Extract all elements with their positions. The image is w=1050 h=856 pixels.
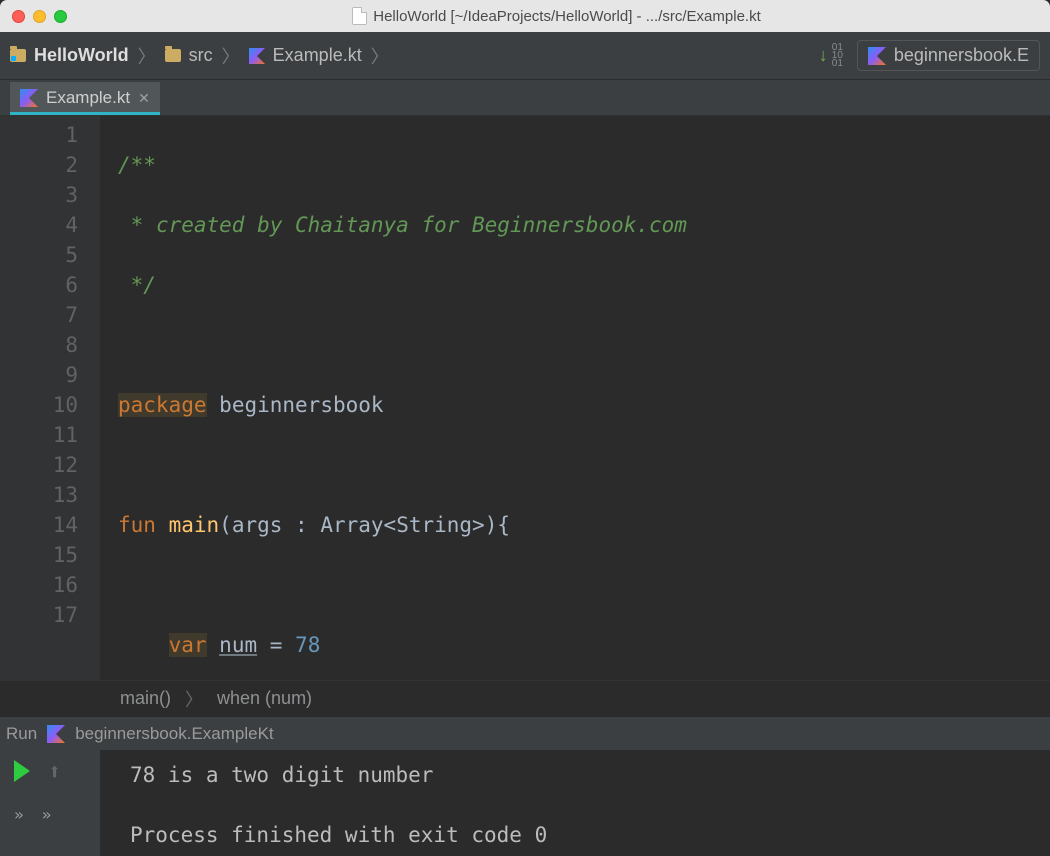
- kotlin-file-icon: [20, 89, 38, 107]
- run-toolbar: ⬆ » »: [0, 750, 100, 856]
- line-number: 10: [0, 390, 78, 420]
- window-controls: [12, 10, 67, 23]
- line-number: 8: [0, 330, 78, 360]
- chevron-right-icon: 〉: [371, 43, 389, 69]
- run-tool-title: Run: [6, 724, 37, 744]
- chevron-right-icon: 〉: [138, 43, 156, 69]
- breadcrumb-file[interactable]: Example.kt: [273, 45, 362, 66]
- code-text: fun: [118, 513, 156, 537]
- code-text: /**: [118, 153, 156, 177]
- run-tool-target: beginnersbook.ExampleKt: [75, 724, 273, 744]
- run-indicator-icon: ↓ 011001: [819, 44, 843, 68]
- code-text: 78: [295, 633, 320, 657]
- code-text: args : Array<String>: [232, 513, 485, 537]
- run-tool-header[interactable]: Run beginnersbook.ExampleKt: [0, 716, 1050, 750]
- code-area[interactable]: /** * created by Chaitanya for Beginners…: [100, 116, 902, 680]
- breadcrumb[interactable]: HelloWorld 〉 src 〉 Example.kt 〉: [10, 43, 398, 69]
- editor-tab-label: Example.kt: [46, 88, 130, 108]
- file-icon: [352, 7, 367, 25]
- line-number: 6: [0, 270, 78, 300]
- line-number: 16: [0, 570, 78, 600]
- up-stack-button[interactable]: ⬆: [48, 760, 61, 785]
- editor-tab[interactable]: Example.kt ✕: [10, 82, 160, 115]
- code-text: ): [485, 513, 498, 537]
- project-folder-icon: [10, 49, 26, 62]
- editor-tab-strip: Example.kt ✕: [0, 80, 1050, 116]
- kotlin-icon: [47, 725, 65, 743]
- code-text: var: [169, 633, 207, 657]
- line-number: 11: [0, 420, 78, 450]
- breadcrumb-project[interactable]: HelloWorld: [34, 45, 129, 66]
- code-text: */: [118, 273, 156, 297]
- editor-crumb[interactable]: when (num): [217, 688, 312, 709]
- window-titlebar: HelloWorld [~/IdeaProjects/HelloWorld] -…: [0, 0, 1050, 32]
- line-number: 9: [0, 360, 78, 390]
- line-number: 1: [0, 120, 78, 150]
- editor-gutter[interactable]: 1 2 3 4 5 6 7 8 9 10 11 12 13 14 15 16 1…: [0, 116, 100, 680]
- code-text: (: [219, 513, 232, 537]
- code-text: main: [169, 513, 220, 537]
- line-number: 13: [0, 480, 78, 510]
- line-number: 14: [0, 510, 78, 540]
- line-number: 3: [0, 180, 78, 210]
- close-tab-icon[interactable]: ✕: [138, 90, 150, 107]
- run-configuration-label: beginnersbook.E: [894, 45, 1029, 66]
- editor-crumb[interactable]: main(): [120, 688, 171, 709]
- run-configuration-selector[interactable]: beginnersbook.E: [857, 40, 1040, 71]
- code-text: created by Chaitanya for Beginnersbook.c…: [156, 213, 687, 237]
- line-number: 17: [0, 600, 78, 630]
- code-text: package: [118, 393, 207, 417]
- kotlin-icon: [868, 47, 886, 65]
- navigation-bar: HelloWorld 〉 src 〉 Example.kt 〉 ↓ 011001…: [0, 32, 1050, 80]
- line-number: 12: [0, 450, 78, 480]
- console-line: 78 is a two digit number: [130, 763, 433, 787]
- line-number: 5: [0, 240, 78, 270]
- minimize-window-button[interactable]: [33, 10, 46, 23]
- line-number: 7: [0, 300, 78, 330]
- code-text: num: [219, 633, 257, 657]
- code-text: *: [118, 213, 156, 237]
- line-number: 4: [0, 210, 78, 240]
- chevron-right-icon: 〉: [185, 686, 203, 712]
- expand-button[interactable]: »: [14, 805, 24, 824]
- chevron-right-icon: 〉: [222, 43, 240, 69]
- expand-button[interactable]: »: [42, 805, 52, 824]
- breadcrumb-folder[interactable]: src: [189, 45, 213, 66]
- editor-breadcrumbs[interactable]: main() 〉 when (num): [0, 680, 1050, 716]
- window-title: HelloWorld [~/IdeaProjects/HelloWorld] -…: [373, 8, 761, 25]
- code-text: {: [497, 513, 510, 537]
- run-console-output[interactable]: 78 is a two digit number Process finishe…: [100, 750, 547, 856]
- close-window-button[interactable]: [12, 10, 25, 23]
- rerun-button[interactable]: [14, 760, 30, 782]
- zoom-window-button[interactable]: [54, 10, 67, 23]
- line-number: 15: [0, 540, 78, 570]
- kotlin-file-icon: [249, 47, 265, 65]
- line-number: 2: [0, 150, 78, 180]
- run-tool-window: ⬆ » » 78 is a two digit number Process f…: [0, 750, 1050, 856]
- code-editor[interactable]: 1 2 3 4 5 6 7 8 9 10 11 12 13 14 15 16 1…: [0, 116, 1050, 680]
- code-text: =: [257, 633, 295, 657]
- console-line: Process finished with exit code 0: [130, 823, 547, 847]
- folder-icon: [165, 49, 181, 62]
- code-text: beginnersbook: [219, 393, 383, 417]
